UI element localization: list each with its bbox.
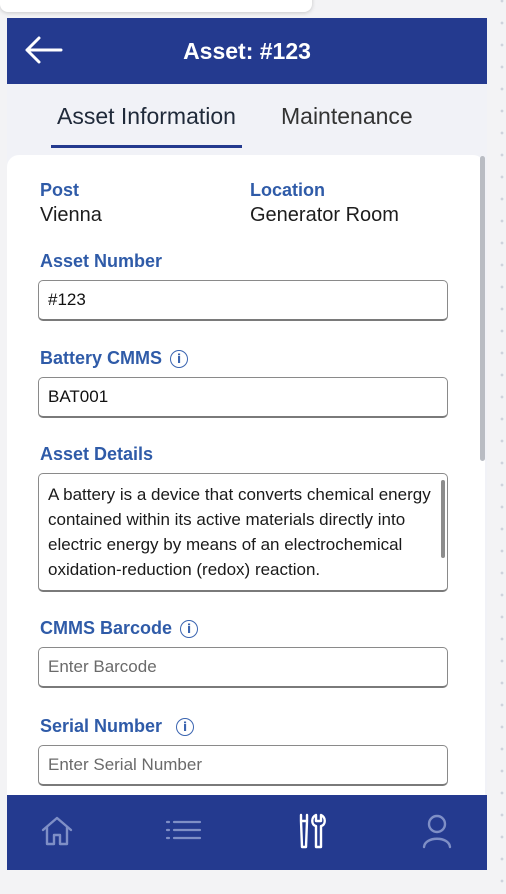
nav-tools[interactable] [291,811,331,851]
post-label: Post [40,180,80,200]
serial-number-label-row: Serial Number i [40,716,195,737]
asset-number-label: Asset Number [40,251,163,271]
bottom-nav [7,795,487,870]
tab-label: Asset Information [57,103,236,129]
asset-details-textarea[interactable]: A battery is a device that converts chem… [38,473,448,592]
battery-cmms-label: Battery CMMS [40,348,163,368]
tab-maintenance[interactable]: Maintenance [281,98,413,148]
battery-cmms-field[interactable] [38,377,448,418]
cmms-barcode-label: CMMS Barcode [40,618,173,638]
tab-bar: Asset Information Maintenance [7,84,487,164]
post-value: Vienna [40,204,102,226]
nav-list[interactable] [164,811,204,851]
info-icon[interactable]: i [170,350,189,369]
screen: Asset: #123 Asset Information Maintenanc… [0,0,506,894]
home-icon [41,816,73,846]
location-value: Generator Room [250,204,399,226]
cmms-barcode-label-row: CMMS Barcode i [40,618,199,639]
tab-label: Maintenance [281,103,413,129]
background-dots [484,0,506,894]
header-bar: Asset: #123 [7,18,487,84]
overlay-card [0,0,312,12]
nav-profile[interactable] [417,811,457,851]
app-window: Asset: #123 Asset Information Maintenanc… [7,18,487,870]
user-icon [422,814,452,849]
asset-details-label: Asset Details [40,444,154,464]
page-scrollbar[interactable] [480,156,485,461]
serial-number-label: Serial Number [40,716,163,736]
location-label: Location [250,180,325,200]
page-title: Asset: #123 [183,38,311,64]
tab-asset-information[interactable]: Asset Information [51,98,242,148]
info-icon[interactable]: i [176,718,195,737]
serial-number-field[interactable] [38,745,448,786]
active-tab-indicator [51,145,242,148]
tools-icon [299,813,326,849]
form-card: Post Vienna Location Generator Room Asse… [7,155,485,815]
battery-cmms-label-row: Battery CMMS i [40,348,189,369]
cmms-barcode-field[interactable] [38,647,448,688]
list-icon [165,820,202,840]
textarea-scrollbar[interactable] [441,480,445,558]
asset-details-text: A battery is a device that converts chem… [48,485,431,579]
info-icon[interactable]: i [180,620,199,639]
asset-number-field[interactable] [38,280,448,321]
nav-home[interactable] [37,811,77,851]
